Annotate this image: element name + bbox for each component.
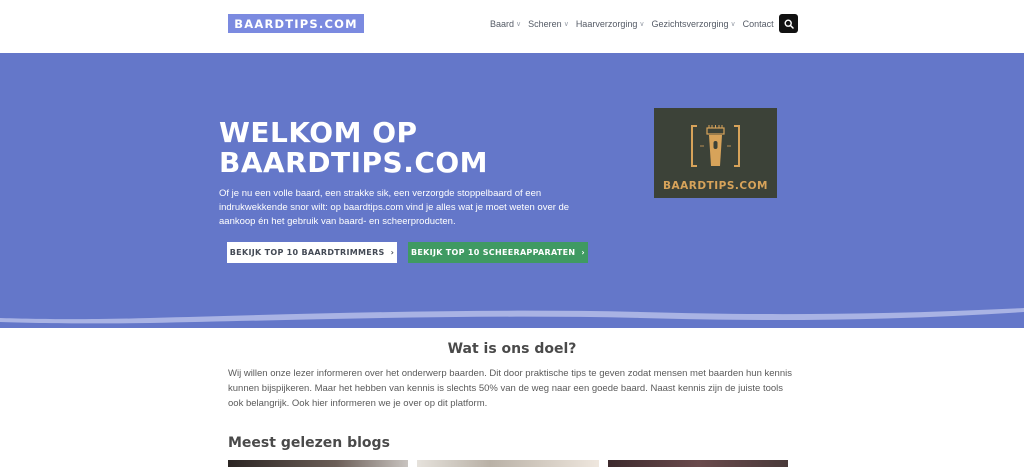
nav-item-contact[interactable]: Contact (743, 19, 774, 29)
hero-title: WELKOM OP BAARDTIPS.COM (219, 118, 639, 178)
chevron-down-icon: ∨ (639, 20, 645, 28)
nav-item-gezichtsverzorging[interactable]: Gezichtsverzorging ∨ (651, 19, 735, 29)
trimmer-icon (691, 125, 740, 167)
section-text-doel: Wij willen onze lezer informeren over he… (228, 368, 792, 409)
blog-thumbnail[interactable] (228, 460, 408, 467)
nav-item-haarverzorging[interactable]: Haarverzorging ∨ (576, 19, 645, 29)
hero-intro-text: Of je nu een volle baard, een strakke si… (219, 188, 570, 227)
nav-item-label: Baard (490, 19, 515, 29)
blog-thumbnail[interactable] (417, 460, 599, 467)
hero-logo-text: BAARDTIPS.COM (663, 180, 768, 192)
chevron-right-icon: › (581, 248, 585, 257)
top10-scheerapparaten-button[interactable]: BEKIJK TOP 10 SCHEERAPPARATEN › (408, 242, 588, 263)
search-button[interactable] (779, 14, 798, 33)
section-title-blogs: Meest gelezen blogs (228, 435, 390, 451)
nav-item-label: Haarverzorging (575, 19, 638, 29)
hero-title-line: BAARDTIPS.COM (219, 146, 489, 179)
site-header: BAARDTIPS.COM Baard ∨ Scheren ∨ Haarverz… (0, 0, 1024, 53)
nav-item-label: Scheren (528, 19, 562, 29)
search-icon (783, 18, 794, 29)
chevron-down-icon: ∨ (730, 20, 736, 28)
button-label: BEKIJK TOP 10 SCHEERAPPARATEN (411, 248, 576, 257)
blog-thumbnail[interactable] (608, 460, 788, 467)
hero-wave-divider (0, 290, 1024, 324)
main-nav: Baard ∨ Scheren ∨ Haarverzorging ∨ Gezic… (490, 17, 781, 31)
site-logo[interactable]: BAARDTIPS.COM (228, 14, 364, 33)
hero-title-line: WELKOM OP (219, 116, 418, 149)
chevron-down-icon: ∨ (516, 20, 522, 28)
chevron-down-icon: ∨ (563, 20, 569, 28)
button-label: BEKIJK TOP 10 BAARDTRIMMERS (229, 248, 385, 257)
nav-item-baard[interactable]: Baard ∨ (490, 19, 521, 29)
chevron-right-icon: › (390, 248, 395, 257)
nav-item-label: Gezichtsverzorging (651, 19, 729, 29)
section-title-doel: Wat is ons doel? (447, 341, 577, 357)
nav-item-label: Contact (742, 19, 774, 29)
nav-item-scheren[interactable]: Scheren ∨ (528, 19, 569, 29)
hero-logo-image: BAARDTIPS.COM (654, 108, 777, 198)
top10-baardtrimmers-button[interactable]: BEKIJK TOP 10 BAARDTRIMMERS › (227, 242, 397, 263)
